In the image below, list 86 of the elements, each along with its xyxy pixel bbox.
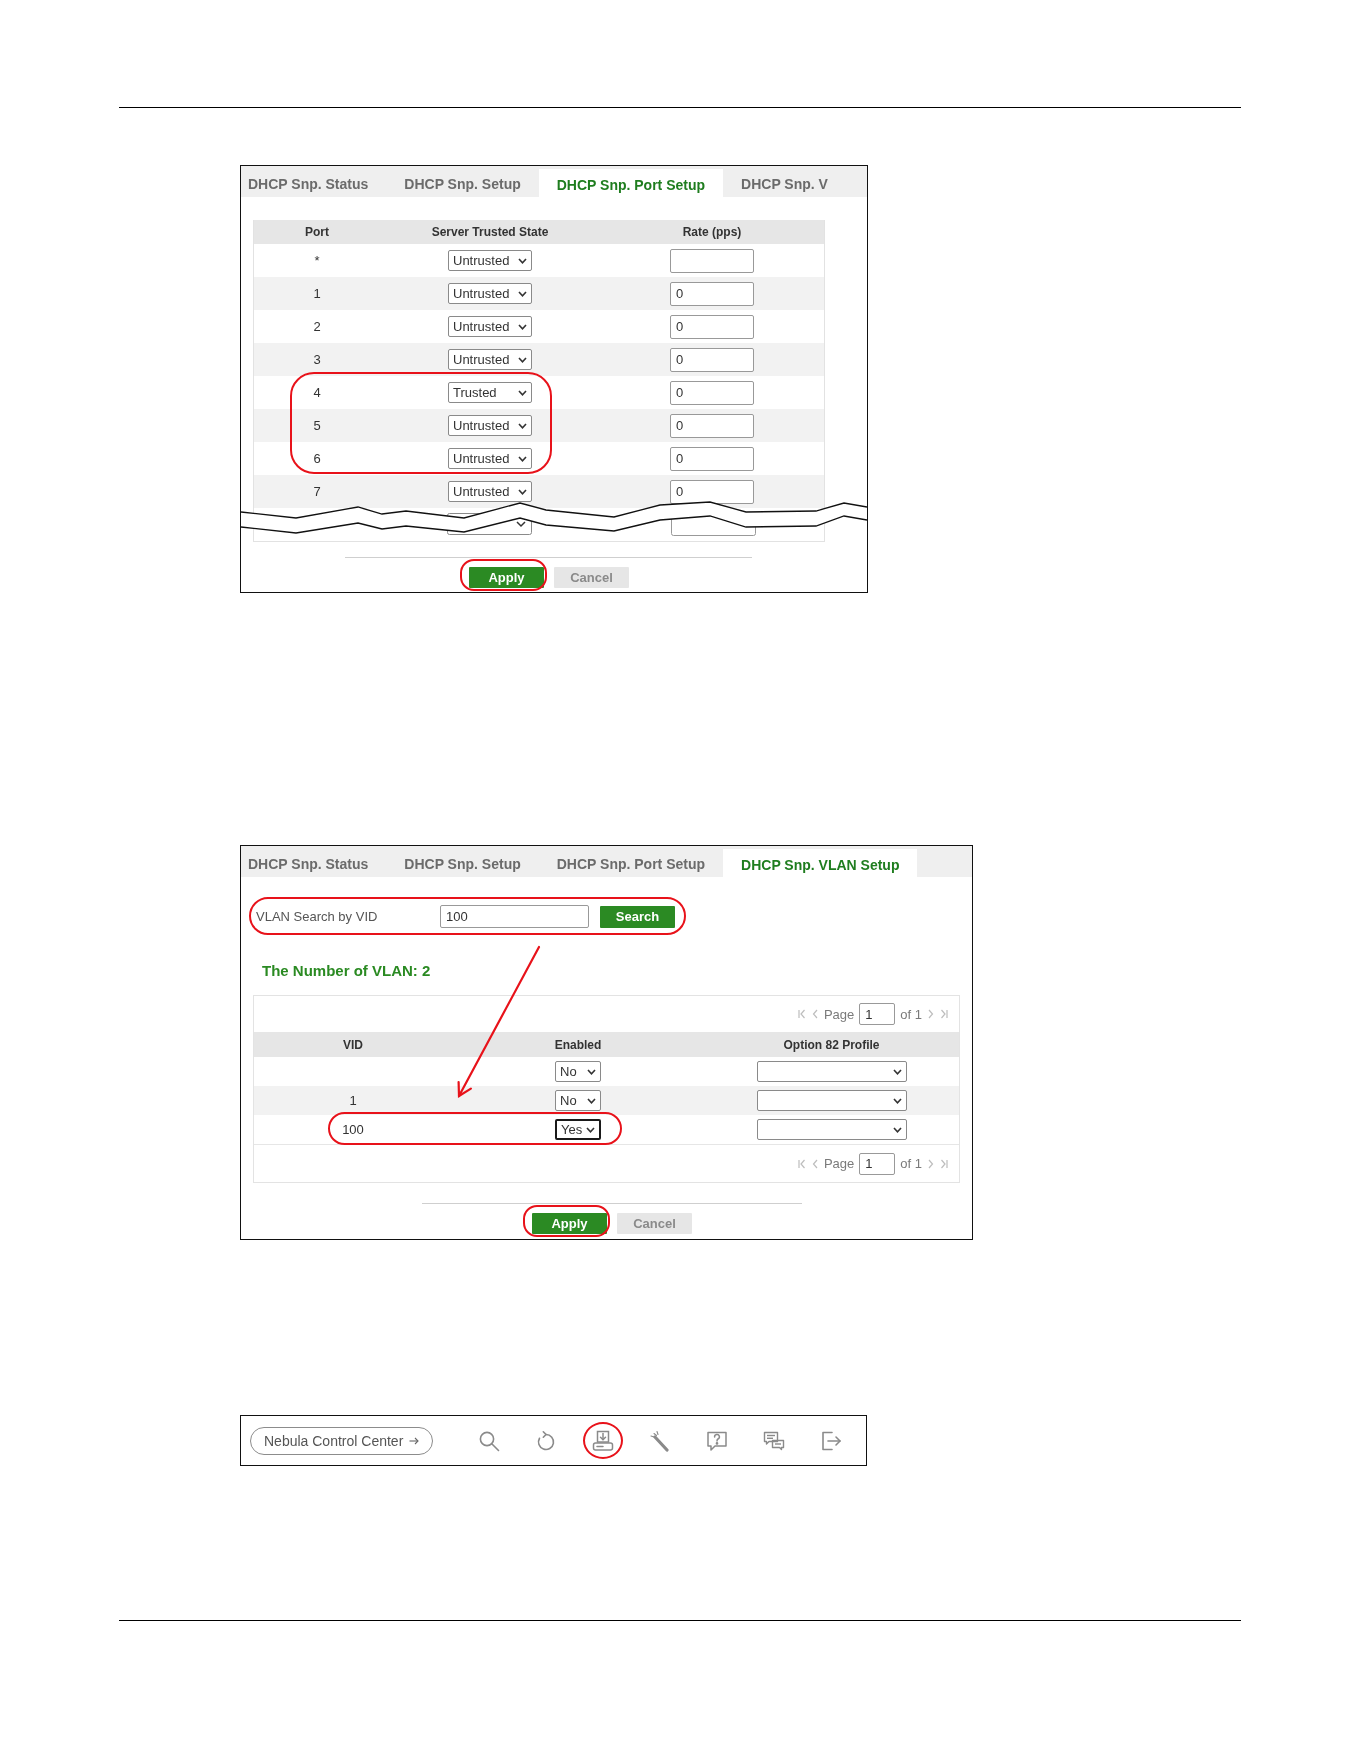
previous-page-icon[interactable] — [810, 1158, 819, 1169]
chevron-down-icon — [518, 290, 527, 297]
help-icon[interactable] — [706, 1429, 729, 1452]
chevron-down-icon — [518, 257, 527, 264]
page-total-label: of 1 — [900, 1006, 922, 1022]
field-label: VLAN Search by VID — [256, 909, 379, 924]
chevron-down-icon — [587, 1097, 596, 1104]
table-cell: 6 — [313, 451, 321, 466]
last-page-icon[interactable] — [940, 1158, 948, 1169]
input-field[interactable]: 0 — [670, 413, 754, 438]
table-cell: 2 — [313, 319, 321, 334]
tab[interactable]: DHCP Snp. Port Setup — [538, 169, 724, 200]
arrow-right-icon — [409, 1436, 420, 1445]
column-header: VID — [343, 1037, 363, 1052]
tab[interactable]: DHCP Snp. VLAN Setup — [723, 849, 918, 880]
page-label: Page — [823, 1156, 855, 1171]
chevron-down-icon — [892, 1126, 902, 1133]
search-field[interactable]: 100 — [440, 905, 589, 928]
apply-button[interactable]: Apply — [469, 567, 544, 588]
chevron-down-icon — [587, 1068, 596, 1075]
dropdown[interactable] — [756, 1061, 907, 1082]
save-icon[interactable] — [592, 1429, 615, 1452]
input-field[interactable]: 0 — [670, 446, 754, 471]
search-button[interactable]: Search — [600, 905, 675, 928]
previous-page-icon[interactable] — [810, 1009, 819, 1019]
first-page-icon[interactable] — [797, 1009, 806, 1019]
tab[interactable]: DHCP Snp. Port Setup — [538, 848, 724, 879]
logout-icon[interactable] — [820, 1429, 843, 1452]
table-cell: 4 — [313, 385, 321, 400]
dropdown[interactable]: Untrusted — [448, 481, 532, 502]
first-page-icon[interactable] — [797, 1158, 806, 1169]
dropdown[interactable]: Untrusted — [448, 316, 532, 337]
dropdown[interactable]: No — [555, 1061, 601, 1082]
dropdown[interactable]: Untrusted — [448, 283, 532, 304]
table-cell: 1 — [313, 286, 321, 301]
column-header: Port — [305, 225, 329, 239]
chevron-down-icon — [518, 356, 527, 363]
search-icon[interactable] — [478, 1429, 501, 1452]
next-page-icon[interactable] — [927, 1158, 935, 1169]
chevron-down-icon — [518, 323, 527, 330]
input-field[interactable]: 0 — [670, 347, 754, 372]
chevron-down-icon — [518, 455, 527, 462]
vlan-count-label: The Number of VLAN: 2 — [262, 963, 431, 979]
last-page-icon[interactable] — [940, 1009, 948, 1019]
dropdown[interactable]: Untrusted — [448, 349, 532, 370]
chevron-down-icon — [518, 422, 527, 429]
table-cell: 5 — [313, 418, 321, 433]
input-field[interactable]: 0 — [670, 380, 754, 405]
tab[interactable]: DHCP Snp. V — [723, 168, 846, 199]
chevron-down-icon — [892, 1068, 902, 1075]
tab[interactable]: DHCP Snp. Setup — [386, 168, 539, 199]
input-field[interactable]: 0 — [670, 281, 754, 306]
page-total-label: of 1 — [900, 1156, 922, 1171]
table-cell: 7 — [313, 484, 321, 499]
chat-icon[interactable] — [763, 1429, 786, 1452]
dropdown[interactable]: Untrusted — [448, 250, 532, 271]
chevron-down-icon — [518, 488, 527, 495]
tab[interactable]: DHCP Snp. Setup — [386, 848, 539, 879]
next-page-icon[interactable] — [927, 1009, 935, 1019]
dropdown[interactable]: Untrusted — [448, 415, 532, 436]
input-field[interactable]: 0 — [670, 479, 754, 504]
dropdown[interactable]: Untrusted — [448, 448, 532, 469]
column-header: Enabled — [554, 1037, 602, 1052]
dropdown[interactable] — [756, 1119, 907, 1140]
dropdown[interactable] — [756, 1090, 907, 1111]
dropdown[interactable]: Yes — [555, 1119, 601, 1140]
dropdown[interactable]: Trusted — [448, 382, 532, 403]
page-field[interactable]: 1 — [859, 1003, 896, 1025]
table-cell: 3 — [313, 352, 321, 367]
dropdown[interactable]: No — [555, 1090, 601, 1111]
chevron-down-icon — [586, 1126, 596, 1133]
column-header: Option 82 Profile — [783, 1037, 880, 1052]
column-header: Server Trusted State — [431, 225, 549, 239]
chevron-down-icon — [518, 389, 527, 396]
tab[interactable]: DHCP Snp. Status — [241, 848, 387, 879]
chevron-down-icon — [892, 1097, 902, 1104]
table-cell: * — [314, 253, 320, 268]
page-label: Page — [823, 1006, 855, 1022]
table-cell: 1 — [349, 1093, 357, 1108]
input-field[interactable]: 0 — [670, 314, 754, 339]
apply-button[interactable]: Apply — [532, 1213, 607, 1234]
table-cell: 100 — [342, 1122, 364, 1137]
tab[interactable]: DHCP Snp. Status — [241, 168, 387, 199]
page-field[interactable]: 1 — [859, 1152, 896, 1175]
column-header: Rate (pps) — [682, 225, 742, 239]
input-field[interactable] — [670, 248, 754, 273]
